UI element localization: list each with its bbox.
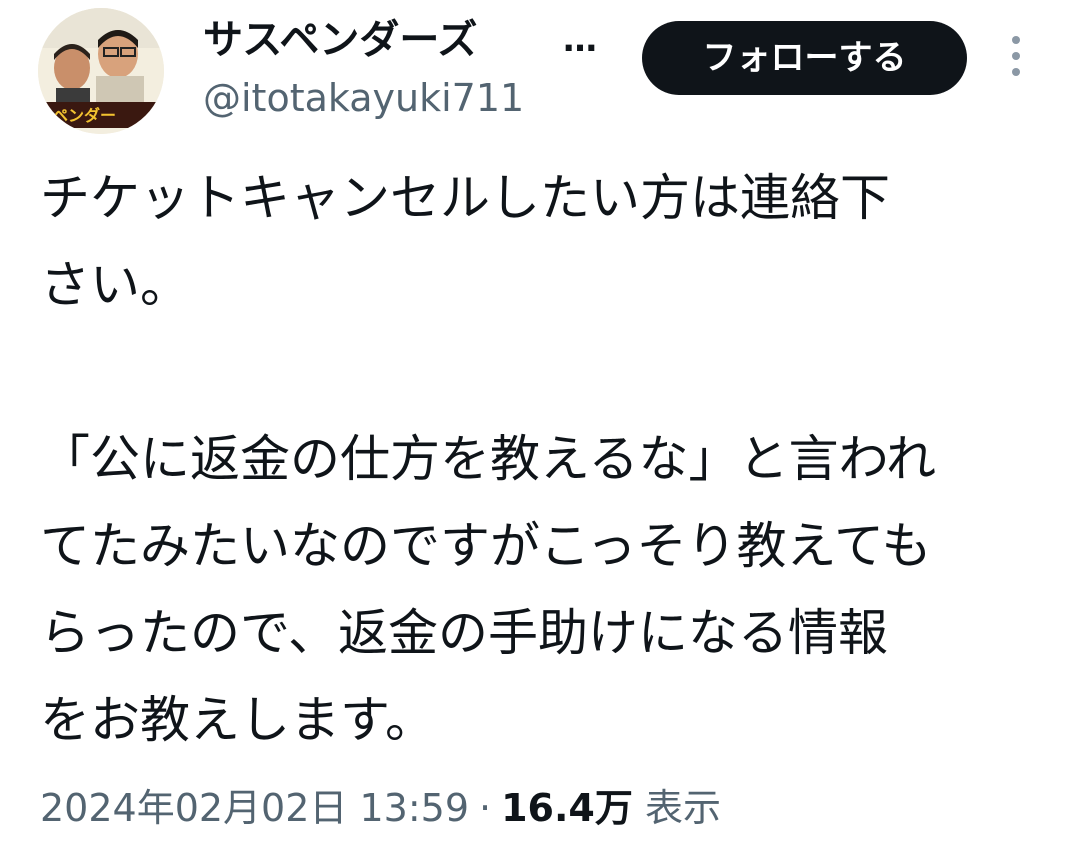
author-handle[interactable]: @itotakayuki711 — [203, 73, 524, 123]
views-count: 16.4万 — [501, 786, 633, 830]
more-ellipsis-icon[interactable]: … — [563, 14, 597, 66]
vertical-dots-icon[interactable] — [1004, 36, 1028, 80]
views-label: 表示 — [644, 786, 721, 830]
avatar-image: ペンダー — [38, 8, 164, 134]
dot — [1012, 52, 1020, 60]
author-avatar[interactable]: ペンダー — [38, 8, 164, 134]
tweet-timestamp[interactable]: 2024年02月02日 13:59 — [40, 786, 469, 830]
dot — [1012, 68, 1020, 76]
follow-button[interactable]: フォローする — [642, 21, 967, 95]
tweet-paragraph: 「公に返金の仕方を教えるな」と言われ てたみたいなのですがこっそり教えても らっ… — [40, 416, 1050, 764]
tweet: ペンダー サスペンダーズ @itotakayuki711 … フォローする チケ… — [0, 0, 1080, 865]
tweet-line: てたみたいなのですがこっそり教えても — [40, 517, 932, 575]
tweet-line: をお教えします。 — [40, 691, 435, 749]
tweet-line: さい。 — [40, 256, 190, 314]
author-names: サスペンダーズ @itotakayuki711 — [203, 14, 524, 123]
tweet-line: らったので、返金の手助けになる情報 — [40, 604, 888, 662]
tweet-line: チケットキャンセルしたい方は連絡下 — [40, 169, 890, 227]
meta-separator: · — [479, 786, 492, 830]
tweet-body: チケットキャンセルしたい方は連絡下 さい。 「公に返金の仕方を教えるな」と言われ… — [40, 155, 1050, 764]
avatar-banner-text: ペンダー — [52, 106, 116, 125]
tweet-line: 「公に返金の仕方を教えるな」と言われ — [40, 430, 936, 488]
dot — [1012, 36, 1020, 44]
tweet-paragraph: チケットキャンセルしたい方は連絡下 さい。 — [40, 155, 1050, 329]
tweet-meta: 2024年02月02日 13:59 · 16.4万 表示 — [40, 778, 721, 838]
author-display-name[interactable]: サスペンダーズ — [203, 14, 524, 66]
